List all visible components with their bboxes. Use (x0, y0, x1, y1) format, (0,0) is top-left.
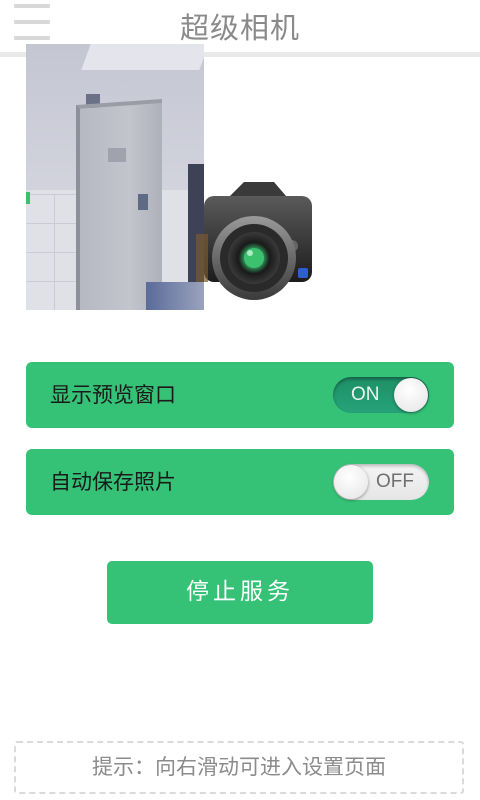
toggle-state-text: ON (351, 384, 380, 405)
app-screen: 超级相机 显示预览窗口 ON 自动保存照片 OFF 停止服务 提示：向右滑动可进… (0, 0, 480, 800)
auto-save-setting: 自动保存照片 OFF (26, 449, 454, 515)
toggle-knob (334, 465, 368, 499)
page-title: 超级相机 (179, 11, 300, 45)
camera-preview-window (26, 44, 204, 310)
toggle-knob (394, 378, 428, 412)
auto-save-label: 自动保存照片 (50, 470, 176, 494)
show-preview-toggle[interactable]: ON (333, 377, 429, 413)
toggle-state-text: OFF (376, 471, 414, 492)
camera-icon (196, 176, 316, 304)
show-preview-setting: 显示预览窗口 ON (26, 362, 454, 428)
stop-service-button[interactable]: 停止服务 (107, 561, 373, 624)
swipe-hint: 提示：向右滑动可进入设置页面 (14, 741, 464, 794)
auto-save-toggle[interactable]: OFF (333, 464, 429, 500)
show-preview-label: 显示预览窗口 (50, 383, 176, 407)
